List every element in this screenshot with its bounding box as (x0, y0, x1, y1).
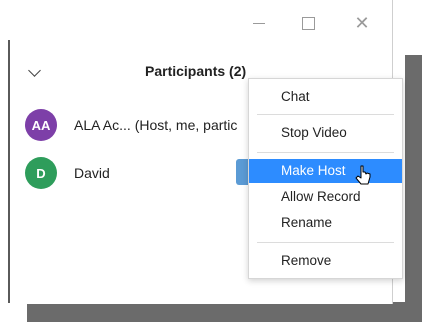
window-shadow-bottom (27, 302, 422, 322)
avatar: D (25, 157, 57, 189)
participant-name: ALA Ac... (Host, me, partic (74, 117, 238, 133)
chevron-down-icon[interactable] (28, 64, 41, 77)
menu-item-make-host[interactable]: Make Host (249, 159, 402, 183)
minimize-icon (253, 22, 265, 24)
close-button[interactable]: ✕ (348, 10, 376, 36)
mouse-pointer-icon (355, 165, 371, 185)
menu-item-label: Rename (281, 215, 333, 230)
menu-item-rename[interactable]: Rename (249, 211, 402, 235)
menu-item-label: Stop Video (281, 125, 347, 140)
menu-divider (257, 152, 394, 153)
menu-item-label: Remove (281, 253, 332, 268)
maximize-button[interactable] (294, 10, 322, 36)
menu-item-label: Allow Record (281, 189, 361, 204)
menu-item-remove[interactable]: Remove (249, 249, 402, 273)
maximize-icon (301, 16, 315, 30)
participant-name: David (74, 165, 110, 181)
participant-context-menu: Chat Stop Video Make Host Allow Record R… (248, 78, 403, 279)
panel-title: Participants (2) (145, 63, 247, 79)
menu-item-allow-record[interactable]: Allow Record (249, 185, 402, 209)
window-shadow-right (405, 55, 422, 322)
menu-divider (257, 114, 394, 115)
minimize-button[interactable] (245, 10, 273, 36)
menu-item-label: Make Host (281, 163, 346, 178)
menu-divider (257, 242, 394, 243)
window-left-border (8, 40, 10, 303)
avatar: AA (25, 109, 57, 141)
menu-item-label: Chat (281, 89, 310, 104)
menu-item-stop-video[interactable]: Stop Video (249, 121, 402, 145)
close-icon: ✕ (354, 13, 370, 33)
menu-item-chat[interactable]: Chat (249, 85, 402, 109)
